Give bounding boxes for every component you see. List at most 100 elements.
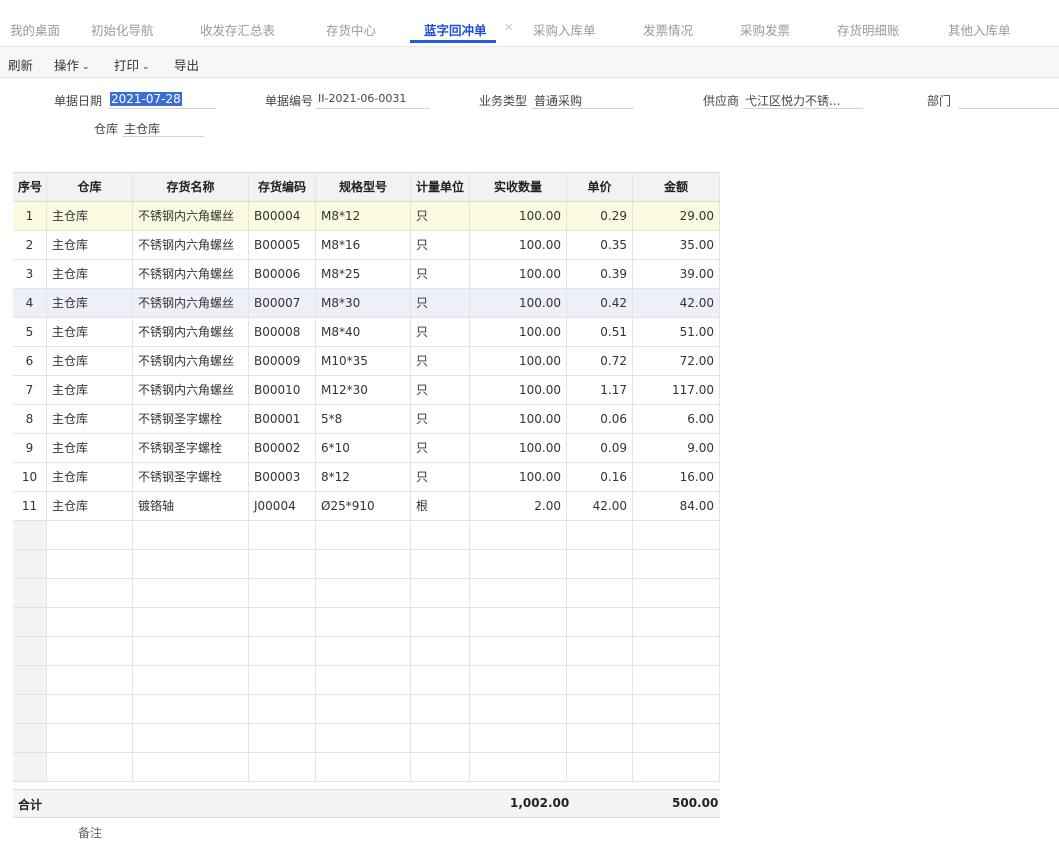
- empty-cell[interactable]: [249, 666, 316, 694]
- cell-no[interactable]: 3: [13, 260, 47, 288]
- empty-cell[interactable]: [316, 753, 411, 781]
- empty-cell[interactable]: [13, 695, 47, 723]
- tab-inventory-center[interactable]: 存货中心: [326, 20, 376, 39]
- empty-cell[interactable]: [633, 579, 720, 607]
- empty-cell[interactable]: [316, 550, 411, 578]
- print-menu-button[interactable]: 打印 ⌄: [114, 55, 150, 74]
- empty-cell[interactable]: [470, 724, 567, 752]
- cell-warehouse[interactable]: 主仓库: [47, 347, 133, 375]
- empty-cell[interactable]: [249, 695, 316, 723]
- cell-no[interactable]: 8: [13, 405, 47, 433]
- empty-cell[interactable]: [249, 637, 316, 665]
- empty-cell[interactable]: [47, 550, 133, 578]
- empty-row[interactable]: [13, 637, 720, 666]
- cell-no[interactable]: 4: [13, 289, 47, 317]
- cell-amount[interactable]: 16.00: [633, 463, 720, 491]
- empty-cell[interactable]: [316, 695, 411, 723]
- cell-amount[interactable]: 84.00: [633, 492, 720, 520]
- warehouse-field[interactable]: 主仓库: [124, 120, 160, 137]
- empty-cell[interactable]: [133, 637, 249, 665]
- tab-inventory-summary[interactable]: 收发存汇总表: [200, 20, 275, 39]
- empty-cell[interactable]: [411, 521, 470, 549]
- supplier-field[interactable]: 弋江区悦力不锈...: [745, 92, 840, 109]
- export-button[interactable]: 导出: [174, 55, 199, 74]
- tab-purchase-invoice[interactable]: 采购发票: [740, 20, 790, 39]
- cell-code[interactable]: B00001: [249, 405, 316, 433]
- table-row[interactable]: 1 主仓库 不锈钢内六角螺丝 B00004 M8*12 只 100.00 0.29 29.00: [13, 202, 720, 231]
- cell-price[interactable]: 0.16: [567, 463, 633, 491]
- cell-spec[interactable]: Ø25*910: [316, 492, 411, 520]
- cell-price[interactable]: 0.29: [567, 202, 633, 230]
- cell-no[interactable]: 11: [13, 492, 47, 520]
- cell-qty[interactable]: 100.00: [470, 231, 567, 259]
- empty-cell[interactable]: [411, 579, 470, 607]
- empty-cell[interactable]: [470, 695, 567, 723]
- empty-cell[interactable]: [633, 753, 720, 781]
- cell-code[interactable]: B00007: [249, 289, 316, 317]
- empty-cell[interactable]: [470, 579, 567, 607]
- empty-cell[interactable]: [316, 521, 411, 549]
- cell-qty[interactable]: 100.00: [470, 318, 567, 346]
- table-row[interactable]: 3 主仓库 不锈钢内六角螺丝 B00006 M8*25 只 100.00 0.39 39.00: [13, 260, 720, 289]
- cell-code[interactable]: B00002: [249, 434, 316, 462]
- cell-name[interactable]: 不锈钢内六角螺丝: [133, 318, 249, 346]
- cell-unit[interactable]: 只: [411, 231, 470, 259]
- empty-cell[interactable]: [411, 550, 470, 578]
- empty-cell[interactable]: [13, 637, 47, 665]
- number-field[interactable]: II-2021-06-0031: [318, 92, 406, 105]
- empty-row[interactable]: [13, 608, 720, 637]
- cell-amount[interactable]: 72.00: [633, 347, 720, 375]
- cell-unit[interactable]: 只: [411, 318, 470, 346]
- empty-cell[interactable]: [47, 521, 133, 549]
- empty-cell[interactable]: [567, 724, 633, 752]
- empty-cell[interactable]: [567, 666, 633, 694]
- cell-warehouse[interactable]: 主仓库: [47, 318, 133, 346]
- cell-price[interactable]: 0.42: [567, 289, 633, 317]
- tab-invoice-status[interactable]: 发票情况: [643, 20, 693, 39]
- empty-cell[interactable]: [316, 637, 411, 665]
- cell-price[interactable]: 0.09: [567, 434, 633, 462]
- cell-warehouse[interactable]: 主仓库: [47, 202, 133, 230]
- empty-cell[interactable]: [133, 724, 249, 752]
- cell-price[interactable]: 0.51: [567, 318, 633, 346]
- cell-warehouse[interactable]: 主仓库: [47, 434, 133, 462]
- empty-cell[interactable]: [567, 521, 633, 549]
- cell-price[interactable]: 0.72: [567, 347, 633, 375]
- table-row[interactable]: 6 主仓库 不锈钢内六角螺丝 B00009 M10*35 只 100.00 0.72 72.00: [13, 347, 720, 376]
- empty-cell[interactable]: [133, 608, 249, 636]
- cell-unit[interactable]: 只: [411, 405, 470, 433]
- empty-cell[interactable]: [133, 695, 249, 723]
- cell-code[interactable]: B00004: [249, 202, 316, 230]
- refresh-button[interactable]: 刷新: [8, 55, 33, 74]
- cell-no[interactable]: 2: [13, 231, 47, 259]
- empty-cell[interactable]: [13, 550, 47, 578]
- cell-amount[interactable]: 117.00: [633, 376, 720, 404]
- empty-cell[interactable]: [633, 666, 720, 694]
- cell-price[interactable]: 1.17: [567, 376, 633, 404]
- empty-row[interactable]: [13, 724, 720, 753]
- empty-row[interactable]: [13, 550, 720, 579]
- empty-cell[interactable]: [133, 579, 249, 607]
- cell-name[interactable]: 不锈钢内六角螺丝: [133, 347, 249, 375]
- empty-row[interactable]: [13, 521, 720, 550]
- cell-code[interactable]: B00006: [249, 260, 316, 288]
- cell-spec[interactable]: M10*35: [316, 347, 411, 375]
- empty-cell[interactable]: [133, 753, 249, 781]
- tab-close-icon[interactable]: ✕: [504, 21, 513, 34]
- cell-unit[interactable]: 只: [411, 260, 470, 288]
- empty-cell[interactable]: [470, 637, 567, 665]
- cell-price[interactable]: 42.00: [567, 492, 633, 520]
- cell-no[interactable]: 10: [13, 463, 47, 491]
- empty-cell[interactable]: [567, 579, 633, 607]
- table-row[interactable]: 4 主仓库 不锈钢内六角螺丝 B00007 M8*30 只 100.00 0.42 42.00: [13, 289, 720, 318]
- cell-code[interactable]: B00009: [249, 347, 316, 375]
- cell-amount[interactable]: 39.00: [633, 260, 720, 288]
- cell-amount[interactable]: 51.00: [633, 318, 720, 346]
- cell-amount[interactable]: 35.00: [633, 231, 720, 259]
- cell-spec[interactable]: M8*12: [316, 202, 411, 230]
- tab-purchase-receipt[interactable]: 采购入库单: [533, 20, 596, 39]
- cell-name[interactable]: 不锈钢内六角螺丝: [133, 260, 249, 288]
- cell-spec[interactable]: 6*10: [316, 434, 411, 462]
- empty-cell[interactable]: [633, 724, 720, 752]
- empty-cell[interactable]: [567, 608, 633, 636]
